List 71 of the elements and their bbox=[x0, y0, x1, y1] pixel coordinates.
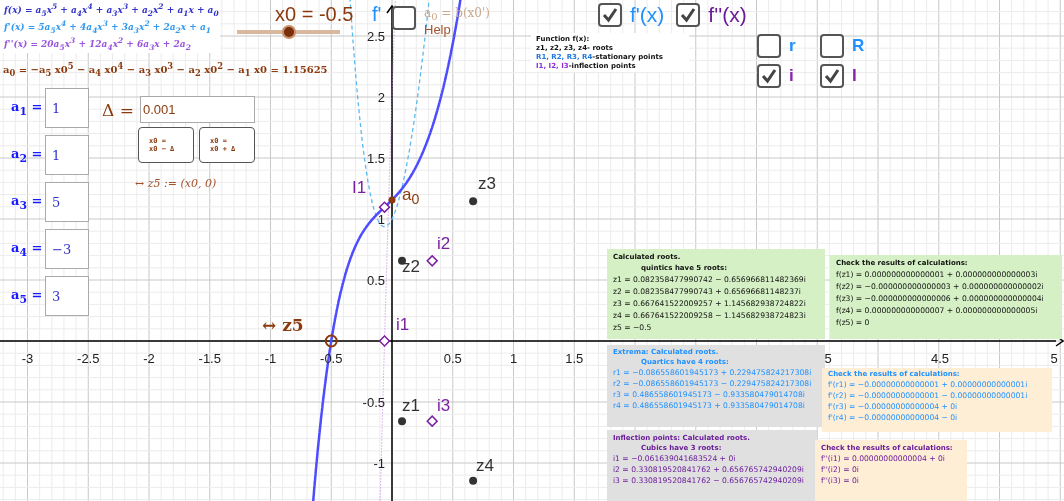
inflection-point bbox=[426, 415, 439, 428]
checkbox-label: Help bbox=[424, 22, 452, 38]
checkbox-label: i bbox=[789, 66, 794, 86]
point-label: a$_{0}$ bbox=[402, 185, 420, 208]
coefficient-label: a$_{1}$ = bbox=[11, 98, 41, 118]
formula: f'(x) = 5a$_{5}$x$^{4}$ + 4a$_{4}$x$^{3}$ + 3a$_{3}$x$^{2}$ + 2a$_{2}$x + a$_{1}$ bbox=[4, 18, 213, 35]
checkbox[interactable] bbox=[676, 3, 701, 27]
slider-label: x0 = -0.5 bbox=[275, 3, 354, 26]
checkbox[interactable] bbox=[820, 34, 844, 58]
inflection-point bbox=[426, 254, 439, 267]
delta-field[interactable]: 0.001 bbox=[139, 96, 255, 123]
inflection-point bbox=[378, 335, 391, 347]
axis-label: 0.5 bbox=[366, 273, 385, 288]
axis-label: 1.5 bbox=[565, 351, 584, 366]
axis-label: -1 bbox=[264, 351, 277, 366]
axis-label: 0.5 bbox=[443, 351, 462, 366]
axis-label: 1 bbox=[377, 212, 385, 227]
delta-label: Δ = bbox=[102, 99, 134, 120]
checkbox-label: f'(x) bbox=[630, 3, 665, 27]
axis-label: 2.5 bbox=[366, 29, 385, 44]
a0-formula: a$_{0}$ = −a$_{5}$ x0$^{5}$ − a$_{4}$ x0$^{4}$ − a$_{3}$ x0$^{3}$ − a$_{2}$ x0$^{2}$ − a$_{1}$ x0 = 1.15625 bbox=[3, 61, 328, 79]
coefficient-label: a$_{4}$ = bbox=[11, 239, 41, 259]
checkbox-label: r bbox=[789, 36, 796, 56]
point-label: z1 bbox=[402, 396, 420, 416]
checkbox[interactable] bbox=[757, 34, 781, 58]
point-label: i1 bbox=[396, 315, 410, 335]
axis-label: 1 bbox=[509, 351, 518, 366]
point-label: I1 bbox=[352, 178, 367, 198]
checkbox[interactable] bbox=[598, 3, 622, 27]
point-label: i3 bbox=[437, 396, 451, 416]
formula: f''(x) = 20a$_{5}$x$^{3}$ + 12a$_{4}$x$^{2}$ + 6a$_{3}$x + 2a$_{2}$ bbox=[4, 35, 192, 52]
axis-label: -1 bbox=[373, 456, 385, 471]
checkbox[interactable] bbox=[820, 64, 844, 88]
coefficient-field[interactable]: 1 bbox=[45, 88, 89, 128]
axis-label: 2 bbox=[377, 90, 385, 105]
point-label: z3 bbox=[478, 174, 496, 194]
point-label: ↔ z5 bbox=[262, 315, 304, 335]
checkbox-label: R bbox=[852, 36, 865, 56]
checkbox[interactable] bbox=[392, 6, 416, 30]
axis-label: 1.5 bbox=[366, 151, 385, 166]
point-label: i2 bbox=[437, 234, 451, 254]
coefficient-label: a$_{3}$ = bbox=[11, 192, 41, 212]
axis-label: -1.5 bbox=[198, 351, 221, 366]
point-label: z4 bbox=[476, 456, 494, 476]
slider-track[interactable] bbox=[237, 25, 340, 39]
point-label: z2 bbox=[402, 257, 420, 277]
coefficient-label: a$_{5}$ = bbox=[11, 286, 41, 306]
coefficient-field[interactable]: 3 bbox=[45, 276, 89, 316]
axis-label: 5 bbox=[824, 351, 832, 366]
axis-label: -3 bbox=[21, 351, 34, 366]
axis-label: 4.5 bbox=[930, 351, 949, 366]
slider-thumb[interactable] bbox=[281, 25, 296, 39]
checkbox[interactable] bbox=[757, 64, 781, 88]
coefficient-label: a$_{2}$ = bbox=[11, 145, 41, 165]
axis-label: -0.5 bbox=[362, 395, 385, 410]
coefficient-field[interactable]: −3 bbox=[45, 229, 89, 269]
curve-label: f' bbox=[372, 3, 382, 26]
z5-definition: ↔ z5 := (x0, 0) bbox=[135, 177, 217, 190]
a0-point bbox=[388, 196, 396, 204]
axis-label: -2 bbox=[143, 351, 155, 366]
axis-label: -2.5 bbox=[77, 351, 100, 366]
root-point bbox=[469, 476, 478, 485]
checkbox-label: f''(x) bbox=[708, 3, 747, 27]
checkbox-label: I bbox=[852, 66, 857, 86]
axis-label: 5 bbox=[1050, 351, 1058, 366]
inflection-point bbox=[378, 201, 391, 214]
coefficient-field[interactable]: 5 bbox=[45, 182, 89, 222]
coefficient-field[interactable]: 1 bbox=[45, 135, 89, 175]
z5-point[interactable] bbox=[324, 334, 338, 348]
root-point bbox=[398, 417, 406, 426]
root-point bbox=[469, 197, 478, 206]
